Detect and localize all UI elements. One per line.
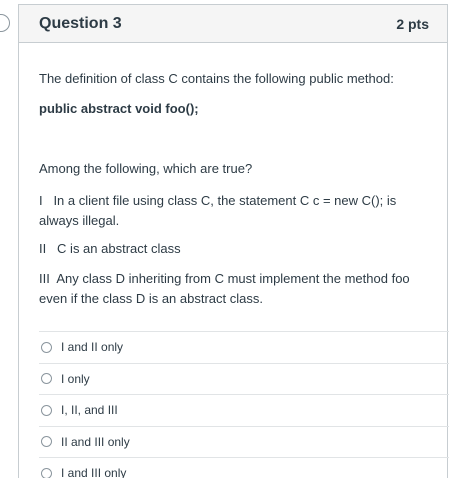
question-points: 2 pts xyxy=(396,15,429,32)
radio-button[interactable] xyxy=(41,341,52,353)
question-prompt: Among the following, which are true? xyxy=(39,161,253,176)
radio-button[interactable] xyxy=(41,467,52,478)
answer-label: II and III only xyxy=(61,434,130,449)
statement-1: I In a client file using class C, the st… xyxy=(39,193,400,228)
question-code: public abstract void foo(); xyxy=(39,101,199,116)
radio-button[interactable] xyxy=(41,436,52,448)
answer-option[interactable]: I, II, and III xyxy=(39,394,449,426)
answer-label: I and III only xyxy=(61,466,127,478)
radio-button[interactable] xyxy=(41,373,52,385)
radio-button[interactable] xyxy=(41,404,52,416)
bookmark-icon[interactable] xyxy=(0,14,10,32)
quiz-page: Question 3 2 pts The definition of class… xyxy=(0,0,462,478)
answer-label: I, II, and III xyxy=(61,403,118,418)
question-intro: The definition of class C contains the f… xyxy=(39,71,394,86)
answer-label: I only xyxy=(61,371,90,386)
answer-label: I and II only xyxy=(61,340,124,355)
statement-2: II C is an abstract class xyxy=(39,241,181,256)
answer-option[interactable]: II and III only xyxy=(39,425,449,458)
answer-option[interactable]: I and III only xyxy=(39,457,449,478)
question-header: Question 3 2 pts xyxy=(19,5,447,43)
question-card: Question 3 2 pts The definition of class… xyxy=(18,4,449,478)
answer-option[interactable]: I only xyxy=(39,362,449,395)
question-title: Question 3 xyxy=(39,14,122,32)
answer-list: I and II only I only I, II, and III II a… xyxy=(39,331,449,478)
answer-option[interactable]: I and II only xyxy=(39,331,449,363)
statement-3: III Any class D inheriting from C must i… xyxy=(39,271,414,306)
